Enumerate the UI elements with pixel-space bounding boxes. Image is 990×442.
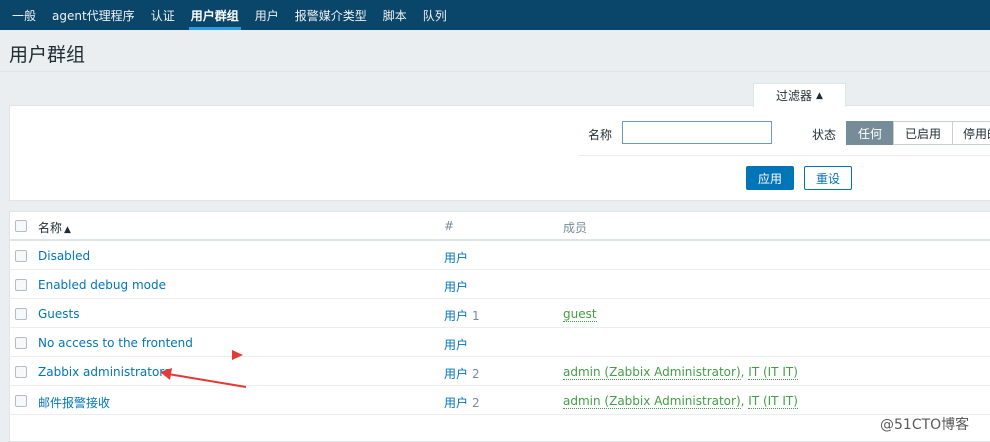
row-checkbox[interactable] (15, 250, 27, 262)
nav-item-general[interactable]: 一般 (4, 0, 44, 30)
nav-item-user-groups[interactable]: 用户群组 (183, 0, 247, 30)
group-users-link[interactable]: 用户 2 (444, 365, 480, 382)
table-row: Disabled 用户 (9, 241, 990, 270)
nav-item-authentication[interactable]: 认证 (143, 0, 183, 30)
group-name-link[interactable]: Enabled debug mode (38, 278, 166, 292)
nav-item-queue[interactable]: 队列 (415, 0, 455, 30)
table-row: No access to the frontend 用户 (9, 328, 990, 357)
apply-button[interactable]: 应用 (746, 166, 794, 190)
column-header-members: 成员 (563, 221, 588, 235)
table-row: Guests 用户 1 guest (9, 299, 990, 328)
sort-asc-icon: ▲ (64, 225, 71, 235)
filter-name-label: 名称 (588, 128, 613, 142)
status-option-disabled[interactable]: 停用的 (952, 121, 990, 145)
filter-tab-label: 过滤器 (776, 89, 813, 103)
group-name-link[interactable]: No access to the frontend (38, 336, 193, 350)
row-checkbox[interactable] (15, 279, 27, 291)
status-option-enabled[interactable]: 已启用 (893, 121, 953, 145)
table-row: Enabled debug mode 用户 (9, 270, 990, 299)
filter-status-label: 状态 (812, 128, 837, 142)
column-header-name[interactable]: 名称 ▲ (38, 219, 71, 236)
row-checkbox[interactable] (15, 395, 27, 407)
column-header-hash: # (444, 219, 455, 233)
nav-item-scripts[interactable]: 脚本 (375, 0, 415, 30)
page-title: 用户群组 (9, 44, 86, 66)
group-members: guest (563, 307, 597, 322)
page-header: 用户群组 (0, 30, 990, 72)
select-all-checkbox[interactable] (15, 220, 27, 232)
filter-divider (578, 155, 990, 156)
group-name-link[interactable]: Zabbix administrators (38, 365, 170, 379)
group-members: admin (Zabbix Administrator), IT (IT IT) (563, 365, 798, 380)
group-users-link[interactable]: 用户 (444, 249, 472, 266)
top-nav: 一般 agent代理程序 认证 用户群组 用户 报警媒介类型 脚本 队列 (0, 0, 990, 30)
group-name-link[interactable]: Disabled (38, 249, 90, 263)
member-link[interactable]: IT (IT IT) (748, 394, 798, 409)
member-link[interactable]: admin (Zabbix Administrator) (563, 394, 741, 409)
row-checkbox[interactable] (15, 366, 27, 378)
member-link[interactable]: admin (Zabbix Administrator) (563, 365, 741, 380)
filter-name-input[interactable] (622, 121, 772, 144)
nav-item-media-types[interactable]: 报警媒介类型 (287, 0, 375, 30)
row-checkbox[interactable] (15, 308, 27, 320)
caret-up-icon: ▲ (816, 90, 823, 101)
group-members: admin (Zabbix Administrator), IT (IT IT) (563, 394, 798, 409)
group-users-link[interactable]: 用户 2 (444, 394, 480, 411)
group-name-link[interactable]: Guests (38, 307, 80, 321)
watermark: @51CTO博客 (880, 417, 970, 433)
group-users-link[interactable]: 用户 1 (444, 307, 480, 324)
group-users-link[interactable]: 用户 (444, 278, 472, 295)
table-header-row: 名称 ▲ # 成员 (9, 211, 990, 241)
group-users-link[interactable]: 用户 (444, 336, 472, 353)
reset-button[interactable]: 重设 (804, 166, 852, 190)
table-row: 邮件报警接收 用户 2 admin (Zabbix Administrator),… (9, 386, 990, 415)
member-link[interactable]: guest (563, 307, 597, 322)
nav-item-agent-proxy[interactable]: agent代理程序 (44, 0, 143, 30)
nav-item-users[interactable]: 用户 (247, 0, 287, 30)
filter-tab[interactable]: 过滤器 ▲ (753, 83, 846, 107)
group-name-link[interactable]: 邮件报警接收 (38, 394, 110, 411)
row-checkbox[interactable] (15, 337, 27, 349)
member-link[interactable]: IT (IT IT) (748, 365, 798, 380)
status-option-any[interactable]: 任何 (846, 121, 894, 145)
table-row: Zabbix administrators 用户 2 admin (Zabbix … (9, 357, 990, 386)
